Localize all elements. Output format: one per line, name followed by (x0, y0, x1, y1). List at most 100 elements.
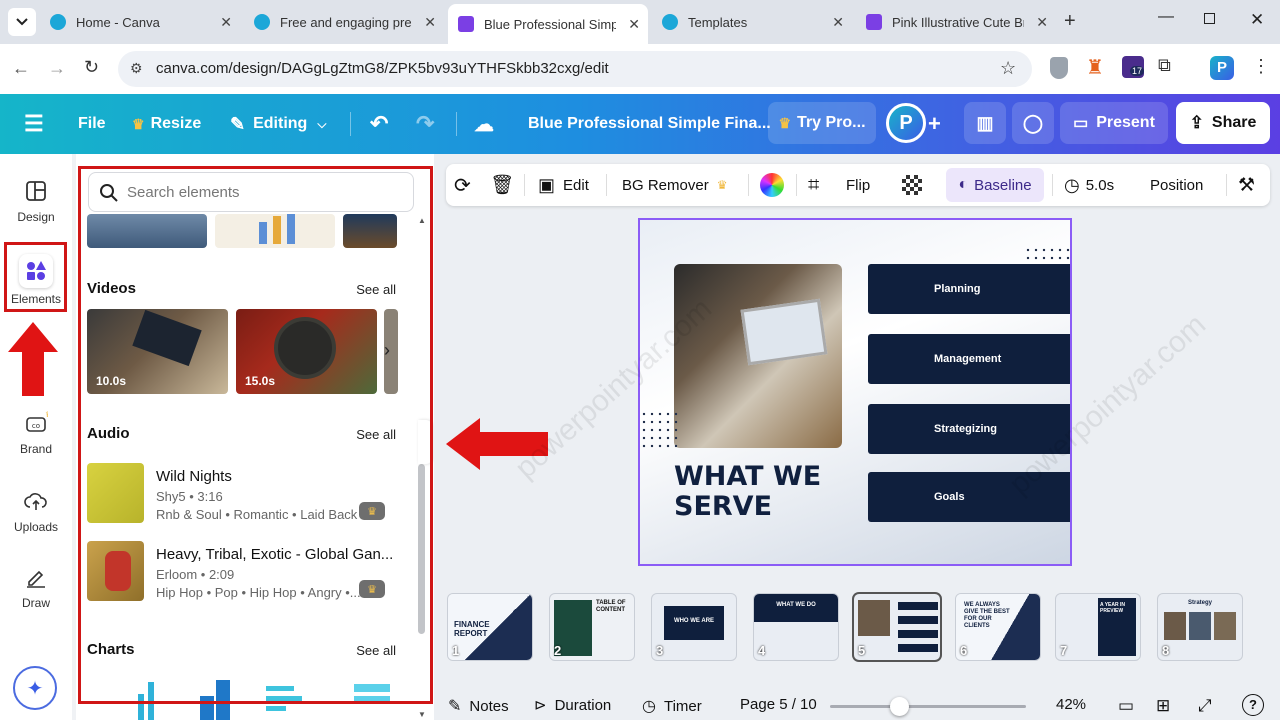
page-thumb-detail (898, 616, 938, 624)
undo-icon[interactable]: ↶ (370, 94, 388, 154)
service-block[interactable]: Strategizing (868, 404, 1070, 454)
toolbar-divider (796, 174, 797, 196)
service-block[interactable]: Management (868, 334, 1070, 384)
page-thumb-detail (898, 602, 938, 610)
browser-menu-icon[interactable]: ⋮ (1252, 56, 1270, 77)
reload-icon[interactable]: ↻ (84, 57, 99, 78)
help-icon[interactable]: ? (1242, 694, 1264, 716)
browser-tab-active[interactable]: Blue Professional Simple ✕ (448, 4, 648, 44)
rail-item-draw[interactable]: Draw (0, 564, 72, 610)
main-menu-icon[interactable]: ☰ (24, 94, 44, 154)
forward-icon[interactable]: → (48, 58, 66, 79)
restore-icon[interactable] (1204, 13, 1215, 24)
tab-close-icon[interactable]: ✕ (424, 14, 436, 31)
add-collaborator-icon[interactable]: + (928, 94, 941, 154)
delete-icon[interactable]: 🗑 (490, 164, 514, 206)
page-thumbnail[interactable]: TABLE OF CONTENT 2 (550, 594, 634, 660)
timing-button[interactable]: ◷ 5.0s (1064, 164, 1114, 206)
page-thumbnail[interactable]: A YEAR IN PREVIEW 7 (1056, 594, 1140, 660)
ai-edit-icon[interactable]: ⟳ (454, 164, 471, 206)
window-close-icon[interactable]: ✕ (1250, 10, 1264, 30)
chevron-down-icon (16, 18, 28, 26)
service-block[interactable]: Planning (868, 264, 1070, 314)
page-thumbnail[interactable]: Strategy 8 (1158, 594, 1242, 660)
tab-close-icon[interactable]: ✕ (220, 14, 232, 31)
duration-button[interactable]: ⊳ Duration (534, 696, 611, 715)
page-number: 2 (554, 643, 562, 658)
canva-favicon-icon (50, 14, 66, 30)
page-thumb-text: WHO WE ARE (673, 618, 715, 624)
flip-button[interactable]: Flip (846, 164, 870, 206)
timer-icon: ◷ (642, 698, 656, 715)
service-block[interactable]: Goals (868, 472, 1070, 522)
tab-close-icon[interactable]: ✕ (1036, 14, 1048, 31)
magic-assistant-button[interactable]: ✦ (13, 666, 57, 710)
grid-view-icon[interactable]: ⊞ (1156, 696, 1170, 716)
redo-icon[interactable]: ↷ (416, 94, 434, 154)
slide-photo[interactable] (674, 264, 842, 448)
page-thumbnail[interactable]: WHAT WE DO 4 (754, 594, 838, 660)
animate-baseline-button[interactable]: ◐ Baseline (946, 168, 1044, 202)
page-thumbnail-selected[interactable]: 5 (854, 594, 940, 660)
extensions-puzzle-icon[interactable]: ⧉ (1158, 55, 1171, 76)
resize-button[interactable]: ♛ Resize (132, 94, 201, 154)
comments-button[interactable]: ◯ (1012, 102, 1054, 144)
transparency-icon[interactable] (902, 175, 922, 195)
insights-button[interactable]: ▥ (964, 102, 1006, 144)
tab-close-icon[interactable]: ✕ (832, 14, 844, 31)
minimize-icon[interactable]: — (1158, 8, 1174, 26)
play-box-icon: ⊳ (534, 697, 547, 714)
slide-canvas[interactable]: WHAT WE SERVE Planning Management Strate… (638, 218, 1072, 566)
editing-mode-button[interactable]: ✎ Editing ⌵ (230, 94, 326, 154)
page-thumbnail[interactable]: WE ALWAYS GIVE THE BEST FOR OUR CLIENTS … (956, 594, 1040, 660)
chess-extension-icon[interactable]: ♜ (1086, 55, 1104, 80)
site-info-icon[interactable]: ⚙ (130, 60, 143, 77)
crop-icon[interactable]: ⌗ (808, 164, 819, 206)
page-number: 8 (1162, 643, 1170, 658)
rail-item-brand[interactable]: co ♛ Brand (0, 410, 72, 456)
rail-item-uploads[interactable]: Uploads (0, 488, 72, 534)
page-thumbnail[interactable]: FINANCE REPORT 1 (448, 594, 532, 660)
fullscreen-icon[interactable]: ⤢ (1198, 696, 1212, 716)
extension-badge-icon[interactable]: 17 (1122, 56, 1145, 78)
notes-button[interactable]: ✎ Notes (448, 696, 509, 716)
browser-tab[interactable]: Pink Illustrative Cute Bra ✕ (856, 6, 1056, 38)
zoom-slider-knob[interactable] (890, 697, 909, 716)
scroll-down-arrow-icon[interactable]: ▼ (418, 710, 426, 719)
zoom-level[interactable]: 42% (1056, 696, 1086, 713)
tab-close-icon[interactable]: ✕ (628, 16, 640, 33)
back-icon[interactable]: ← (12, 58, 30, 79)
timer-label: Timer (663, 697, 702, 715)
timer-button[interactable]: ◷ Timer (642, 696, 702, 716)
file-menu-button[interactable]: File (78, 94, 106, 154)
cloud-saved-icon[interactable]: ☁ (474, 94, 494, 154)
address-bar[interactable]: ⚙ canva.com/design/DAGgLgZtmG8/ZPK5bv93u… (118, 51, 1032, 87)
browser-tab[interactable]: Templates ✕ (652, 6, 852, 38)
browser-tab[interactable]: Home - Canva ✕ (40, 6, 240, 38)
collaborator-avatar[interactable]: P (886, 103, 926, 143)
pages-view-icon[interactable]: ▭ (1118, 696, 1134, 716)
edit-image-button[interactable]: ▣ Edit (538, 164, 589, 206)
present-button[interactable]: ▭ Present (1060, 102, 1168, 144)
bookmark-star-icon[interactable]: ☆ (1000, 58, 1016, 79)
color-wheel-icon[interactable] (760, 173, 784, 197)
document-title[interactable]: Blue Professional Simple Fina... (528, 94, 771, 154)
browser-tab[interactable]: Free and engaging prese ✕ (244, 6, 444, 38)
position-button[interactable]: Position (1150, 164, 1203, 206)
tab-search-button[interactable] (8, 8, 36, 36)
page-thumbnail[interactable]: WHO WE ARE 3 (652, 594, 736, 660)
try-pro-button[interactable]: ♛ Try Pro... (768, 102, 876, 144)
new-tab-button[interactable]: + (1064, 10, 1076, 33)
rail-item-design[interactable]: Design (0, 178, 72, 224)
share-label: Share (1211, 114, 1257, 131)
shield-extension-icon[interactable] (1050, 57, 1068, 79)
bg-remover-button[interactable]: BG Remover ♛ (622, 164, 727, 206)
profile-avatar[interactable]: P (1210, 56, 1234, 80)
copy-style-icon[interactable]: ⚒ (1238, 164, 1255, 206)
share-button[interactable]: ⇪ Share (1176, 102, 1270, 144)
edit-label: Edit (563, 176, 589, 194)
page-indicator[interactable]: Page 5 / 10 (740, 696, 817, 713)
slide-heading[interactable]: WHAT WE SERVE (674, 462, 821, 522)
toolbar-divider (524, 174, 525, 196)
zoom-slider[interactable] (830, 697, 1026, 716)
